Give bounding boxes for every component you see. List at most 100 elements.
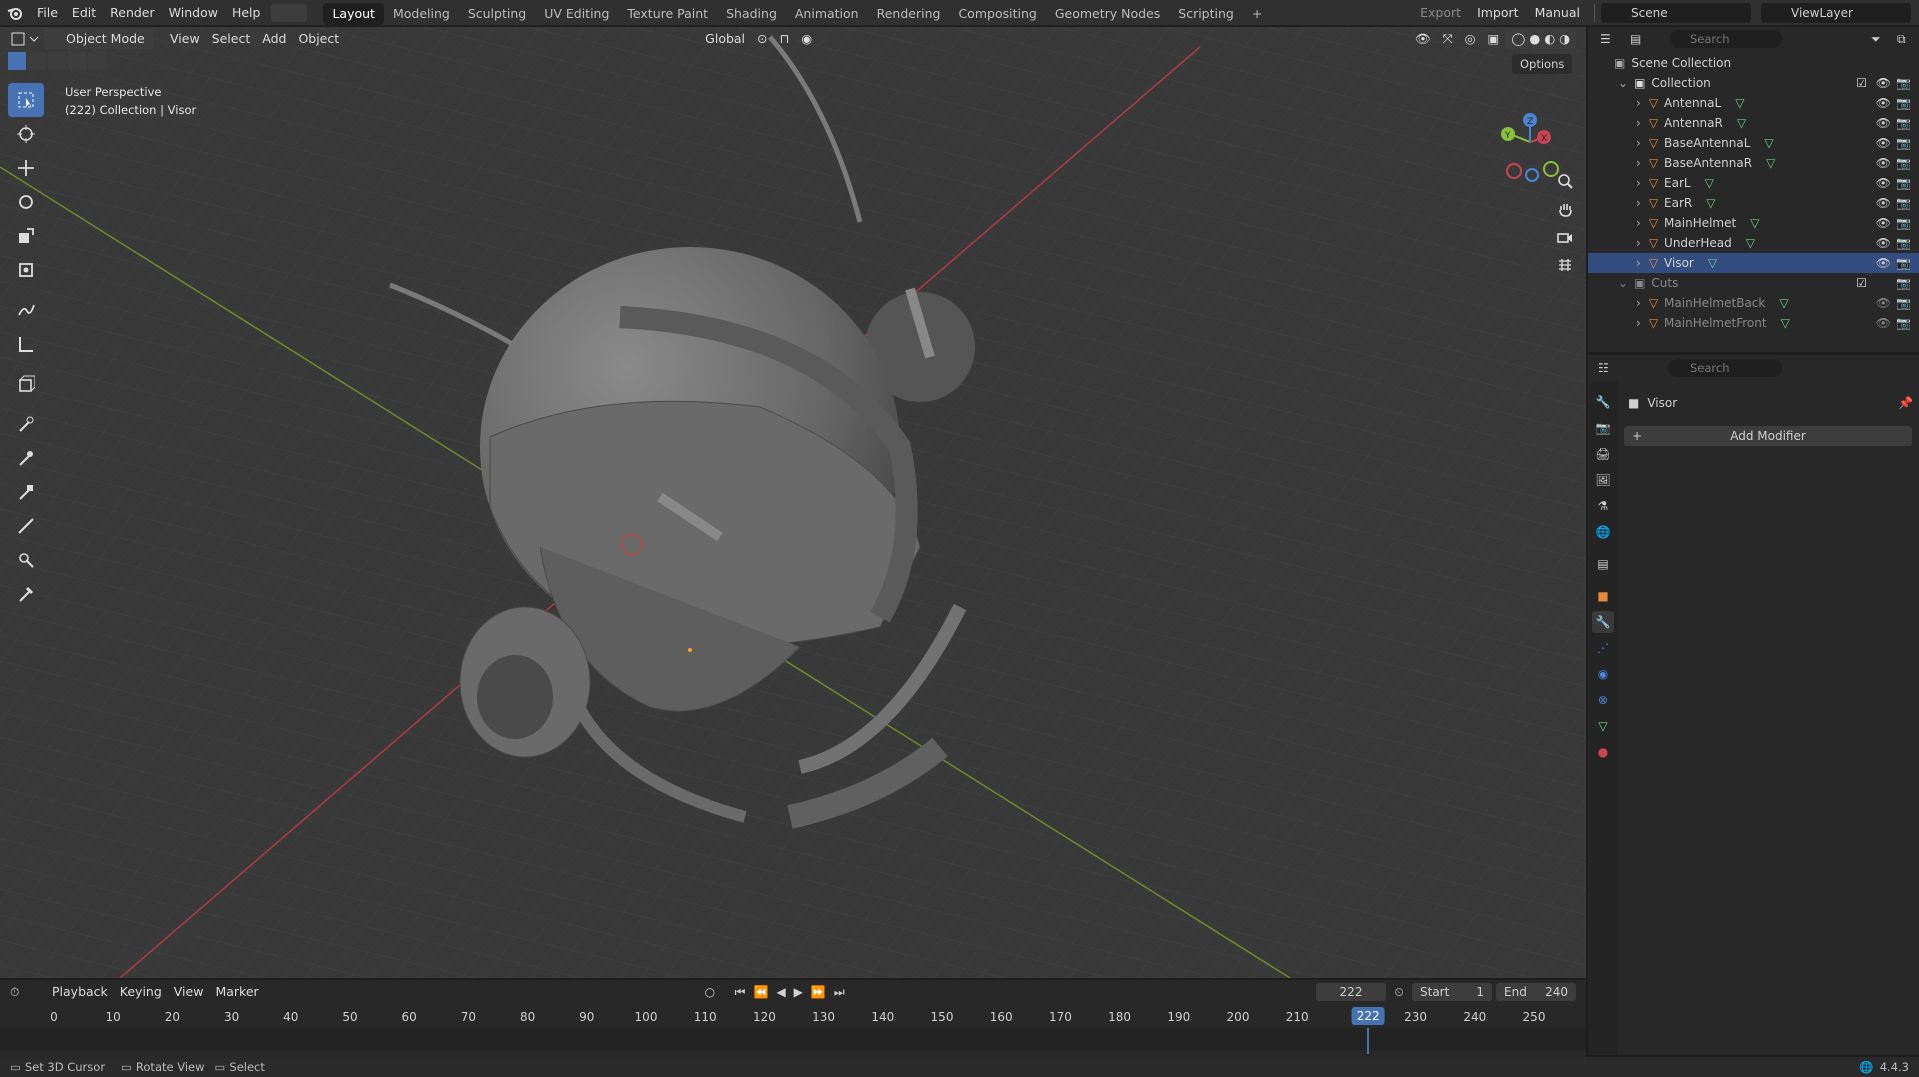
- manual-button[interactable]: Manual: [1527, 3, 1588, 23]
- cursor-tool[interactable]: [8, 117, 44, 151]
- tool-tab-icon[interactable]: 🔧: [1592, 391, 1614, 413]
- eye-icon[interactable]: 👁: [1876, 316, 1891, 330]
- clock-icon[interactable]: ⏲: [1386, 985, 1412, 1000]
- eye-icon[interactable]: 👁: [1876, 136, 1891, 150]
- jump-start-icon[interactable]: ⏮: [735, 985, 746, 1000]
- outliner-object-row[interactable]: › ▽ BaseAntennaL ▽ 👁 📷: [1588, 133, 1919, 153]
- snap-icon[interactable]: ⊓: [774, 29, 796, 49]
- workspace-icon-dropdown[interactable]: [271, 3, 308, 22]
- render-tab-icon[interactable]: 📷: [1592, 417, 1614, 439]
- end-frame-field[interactable]: End 240: [1496, 983, 1576, 1001]
- tab-rendering[interactable]: Rendering: [868, 3, 950, 25]
- gizmo-icon[interactable]: ⤧: [1437, 29, 1459, 49]
- options-button[interactable]: Options: [1512, 54, 1573, 74]
- eye-icon[interactable]: 👁: [1876, 176, 1891, 190]
- chevron-right-icon[interactable]: ›: [1636, 216, 1641, 230]
- tab-shading[interactable]: Shading: [717, 3, 786, 25]
- jump-end-icon[interactable]: ⏭: [834, 985, 845, 1000]
- outliner-object-row[interactable]: › ▽ MainHelmetFront ▽ 👁 📷: [1588, 313, 1919, 333]
- tab-compositing[interactable]: Compositing: [949, 3, 1045, 25]
- camera-render-icon[interactable]: 📷: [1896, 196, 1911, 210]
- scale-tool[interactable]: [8, 219, 44, 253]
- menu-marker[interactable]: Marker: [209, 982, 264, 1002]
- brush-tool-3[interactable]: [8, 475, 44, 509]
- viewport-scene[interactable]: [0, 27, 1586, 978]
- menu-edit[interactable]: Edit: [65, 0, 103, 26]
- scene-selector[interactable]: Scene: [1601, 2, 1751, 23]
- cuts-collection-row[interactable]: ⌄ ▣ Cuts ☑ 📷: [1588, 273, 1919, 293]
- outliner-object-row[interactable]: › ▽ EarL ▽ 👁 📷: [1588, 173, 1919, 193]
- scene-tab-icon[interactable]: ⚗: [1592, 495, 1614, 517]
- shading-modes[interactable]: ◯ ● ◐ ◑: [1505, 29, 1576, 49]
- eye-icon[interactable]: 👁: [1876, 296, 1891, 310]
- tab-layout[interactable]: Layout: [323, 2, 384, 25]
- scene-collection-row[interactable]: ▣ Scene Collection: [1588, 53, 1919, 73]
- outliner-object-row[interactable]: › ▽ AntennaL ▽ 👁 📷: [1588, 93, 1919, 113]
- 3d-viewport[interactable]: User Perspective (222) Collection | Viso…: [0, 27, 1586, 978]
- record-icon[interactable]: ○: [705, 985, 735, 999]
- orientation-selector[interactable]: Global: [685, 29, 751, 49]
- outliner-object-row[interactable]: › ▽ BaseAntennaR ▽ 👁 📷: [1588, 153, 1919, 173]
- select-mode-icons[interactable]: [8, 52, 106, 72]
- brush-tool-5[interactable]: [8, 543, 44, 577]
- tab-animation[interactable]: Animation: [786, 3, 868, 25]
- outliner-object-row[interactable]: › ▽ MainHelmet ▽ 👁 📷: [1588, 213, 1919, 233]
- transform-tool[interactable]: [8, 253, 44, 287]
- camera-render-icon[interactable]: 📷: [1896, 96, 1911, 110]
- add-modifier-button[interactable]: + Add Modifier: [1624, 426, 1912, 446]
- tab-uv-editing[interactable]: UV Editing: [535, 3, 618, 25]
- filter-icon[interactable]: ⏷: [1871, 32, 1897, 47]
- timeline-track-area[interactable]: [0, 1028, 1586, 1050]
- prev-keyframe-icon[interactable]: ⏪: [753, 985, 768, 999]
- timeline-editor-icon[interactable]: ⏱: [10, 985, 46, 1000]
- brush-tool-2[interactable]: [8, 441, 44, 475]
- physics-tab-icon[interactable]: ◉: [1592, 663, 1614, 685]
- grid-icon[interactable]: [1553, 251, 1577, 279]
- chevron-right-icon[interactable]: ›: [1636, 316, 1641, 330]
- xray-icon[interactable]: ▣: [1482, 29, 1506, 49]
- collection-checkbox[interactable]: ☑: [1856, 76, 1867, 90]
- world-tab-icon[interactable]: 🌐: [1592, 521, 1614, 543]
- chevron-down-icon[interactable]: ⌄: [1618, 276, 1628, 290]
- move-tool[interactable]: [8, 151, 44, 185]
- data-tab-icon[interactable]: ▽: [1592, 715, 1614, 737]
- view-layer-tab-icon[interactable]: 🖼: [1592, 469, 1614, 491]
- tab-sculpting[interactable]: Sculpting: [459, 3, 535, 25]
- camera-render-icon[interactable]: 📷: [1896, 176, 1911, 190]
- menu-render[interactable]: Render: [103, 0, 162, 26]
- visibility-icon[interactable]: 👁: [1409, 29, 1437, 49]
- menu-add[interactable]: Add: [256, 29, 292, 49]
- import-button[interactable]: Import: [1469, 3, 1527, 23]
- eye-icon[interactable]: 👁: [1876, 256, 1891, 270]
- chevron-right-icon[interactable]: ›: [1636, 256, 1641, 270]
- camera-render-icon[interactable]: 📷: [1896, 316, 1911, 330]
- brush-tool-1[interactable]: [8, 407, 44, 441]
- play-reverse-icon[interactable]: ◀: [776, 985, 785, 999]
- modifier-tab-icon[interactable]: 🔧: [1592, 611, 1614, 633]
- playhead-marker[interactable]: 222: [1351, 1007, 1385, 1025]
- measure-tool[interactable]: [8, 327, 44, 361]
- outliner-type-icon[interactable]: ☰: [1600, 32, 1630, 46]
- select-box-tool[interactable]: [8, 83, 44, 117]
- material-tab-icon[interactable]: ●: [1592, 741, 1614, 763]
- menu-file[interactable]: File: [30, 0, 65, 26]
- annotate-tool[interactable]: [8, 293, 44, 327]
- menu-window[interactable]: Window: [162, 0, 225, 26]
- camera-icon[interactable]: [1553, 223, 1577, 251]
- play-icon[interactable]: ▶: [794, 985, 803, 999]
- blender-logo-icon[interactable]: [0, 6, 30, 20]
- outliner-object-row[interactable]: › ▽ UnderHead ▽ 👁 📷: [1588, 233, 1919, 253]
- add-workspace-icon[interactable]: +: [1243, 3, 1271, 25]
- eye-icon[interactable]: 👁: [1876, 116, 1891, 130]
- tab-geometry-nodes[interactable]: Geometry Nodes: [1046, 3, 1169, 25]
- chevron-right-icon[interactable]: ›: [1636, 136, 1641, 150]
- properties-search-input[interactable]: Search: [1668, 359, 1782, 377]
- camera-render-icon[interactable]: 📷: [1896, 236, 1911, 250]
- pivot-icon[interactable]: ⊙: [751, 29, 773, 49]
- menu-playback[interactable]: Playback: [46, 982, 114, 1002]
- add-cube-tool[interactable]: [8, 367, 44, 401]
- editor-type-icon[interactable]: [10, 29, 44, 49]
- outliner-object-row[interactable]: › ▽ AntennaR ▽ 👁 📷: [1588, 113, 1919, 133]
- menu-object[interactable]: Object: [292, 29, 345, 49]
- menu-view[interactable]: View: [168, 982, 210, 1002]
